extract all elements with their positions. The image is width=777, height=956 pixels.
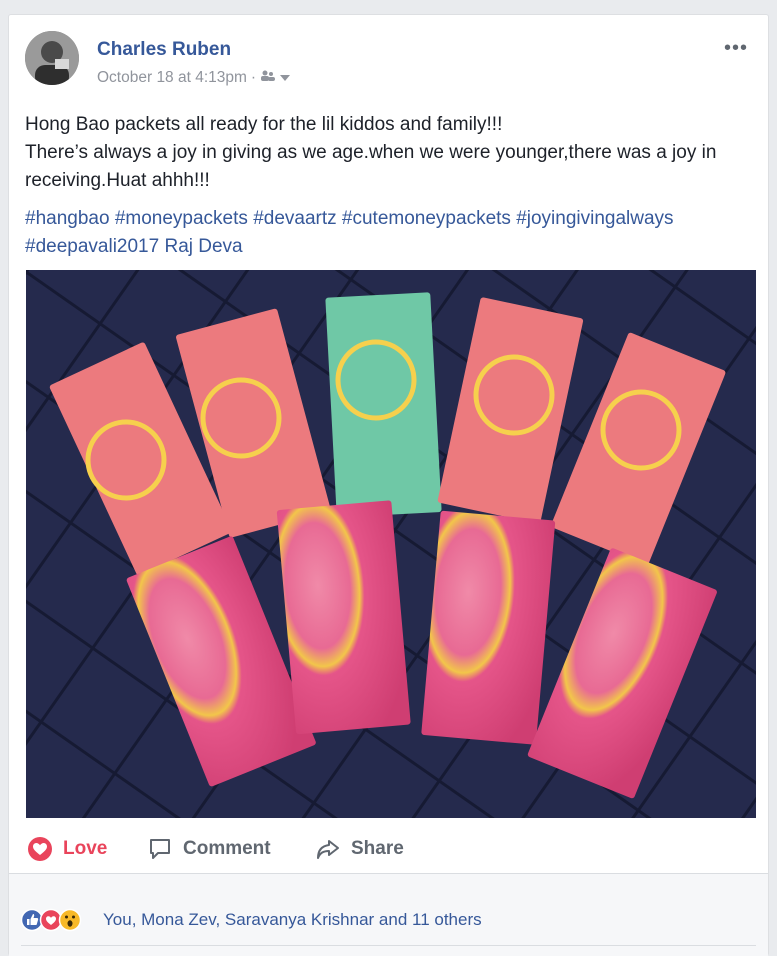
post-text-line: Hong Bao packets all ready for the lil k… — [25, 114, 503, 135]
author-name[interactable]: Charles Ruben — [97, 39, 231, 61]
heart-icon — [28, 837, 52, 861]
love-button[interactable]: Love — [27, 831, 107, 867]
meta-separator: · — [250, 69, 257, 86]
love-icon — [39, 908, 63, 932]
wow-icon — [58, 908, 82, 932]
hashtag-link[interactable]: #devaartz — [253, 208, 342, 229]
hashtag-link[interactable]: #deepavali2017 — [25, 236, 164, 257]
like-icon — [20, 908, 44, 932]
reaction-icons[interactable] — [20, 908, 101, 932]
action-bar: Love Comment Share — [9, 831, 768, 867]
reaction-summary[interactable]: You, Mona Zev, Saravanya Krishnar and 11… — [103, 910, 482, 930]
comment-icon — [150, 839, 170, 859]
post-photo[interactable] — [26, 270, 756, 818]
divider — [21, 945, 756, 946]
reactions-bar: You, Mona Zev, Saravanya Krishnar and 11… — [9, 873, 768, 956]
more-options-button[interactable]: ••• — [724, 37, 748, 60]
hashtag-link[interactable]: #moneypackets — [115, 208, 253, 229]
post-text-line: There’s always a joy in giving as we age… — [25, 142, 717, 191]
post-meta: October 18 at 4:13pm · — [97, 69, 291, 87]
love-label: Love — [63, 838, 108, 859]
hashtag-link[interactable]: #joyingivingalways — [516, 208, 673, 229]
share-button[interactable]: Share — [315, 831, 404, 867]
author-avatar[interactable] — [25, 31, 79, 85]
hashtag-link[interactable]: #cutemoneypackets — [342, 208, 516, 229]
post-card: Charles Ruben October 18 at 4:13pm · •••… — [8, 14, 769, 956]
hashtag-link[interactable]: #hangbao — [25, 208, 115, 229]
comment-label: Comment — [183, 838, 271, 859]
share-label: Share — [351, 838, 404, 859]
friends-icon[interactable] — [260, 69, 276, 87]
chevron-down-icon[interactable] — [280, 69, 291, 87]
mention-link[interactable]: Raj Deva — [164, 236, 242, 257]
post-hashtags: #hangbao #moneypackets #devaartz #cutemo… — [25, 205, 765, 261]
share-icon — [317, 840, 339, 859]
comment-button[interactable]: Comment — [147, 831, 271, 867]
post-text: Hong Bao packets all ready for the lil k… — [25, 111, 755, 195]
post-timestamp[interactable]: October 18 at 4:13pm — [97, 69, 247, 87]
